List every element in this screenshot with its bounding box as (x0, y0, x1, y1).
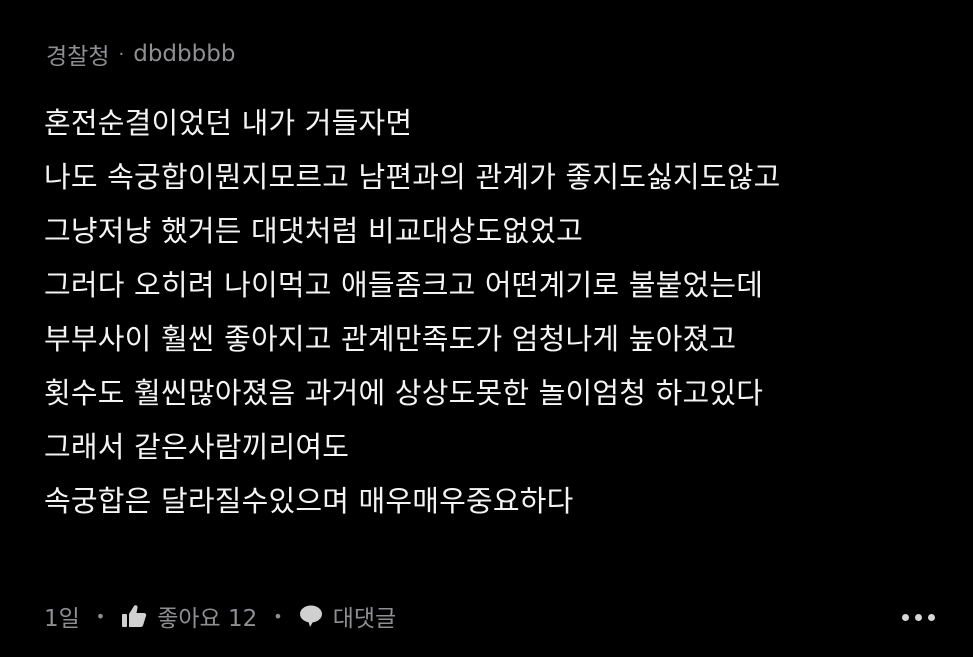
comment-line: 횟수도 훨씬많아졌음 과거에 상상도못한 놀이엄청 하고있다 (44, 376, 764, 410)
author-group[interactable]: 경찰청 (46, 37, 109, 71)
comment-line: 그냥저냥 했거든 대댓처럼 비교대상도없었고 (44, 214, 583, 248)
comment-body: 혼전순결이었던 내가 거들자면 나도 속궁합이뭔지모르고 남편과의 관계가 좋지… (44, 96, 944, 528)
like-count-label: 좋아요 12 (157, 606, 258, 632)
more-options-icon[interactable] (902, 614, 935, 621)
like-button[interactable]: 좋아요 12 (121, 599, 257, 633)
thumbs-up-icon (121, 604, 147, 628)
reply-label: 대댓글 (332, 606, 397, 632)
author-name[interactable]: dbdbbbb (133, 41, 235, 67)
action-separator: • (95, 606, 106, 626)
comment-card: 경찰청 · dbdbbbb 혼전순결이었던 내가 거들자면 나도 속궁합이뭔지모… (0, 0, 973, 657)
comment-author-row: 경찰청 · dbdbbbb (46, 38, 235, 70)
action-separator: • (273, 606, 283, 626)
comment-actions: 1일 • 좋아요 12 • 대댓글 (44, 598, 396, 634)
reply-button[interactable]: 대댓글 (299, 599, 396, 633)
comment-line: 속궁합은 달라질수있으며 매우매우중요하다 (44, 484, 574, 518)
comment-line: 그래서 같은사람끼리여도 (44, 430, 350, 464)
meta-separator: · (118, 43, 125, 65)
comment-line: 그러다 오히려 나이먹고 애들좀크고 어떤계기로 불붙었는데 (44, 268, 764, 302)
comment-line: 나도 속궁합이뭔지모르고 남편과의 관계가 좋지도싫지도않고 (44, 160, 781, 194)
comment-time: 1일 (44, 606, 80, 632)
comment-line: 혼전순결이었던 내가 거들자면 (44, 106, 413, 140)
speech-bubble-icon (299, 604, 323, 628)
comment-line: 부부사이 훨씬 좋아지고 관계만족도가 엄청나게 높아졌고 (44, 322, 737, 356)
